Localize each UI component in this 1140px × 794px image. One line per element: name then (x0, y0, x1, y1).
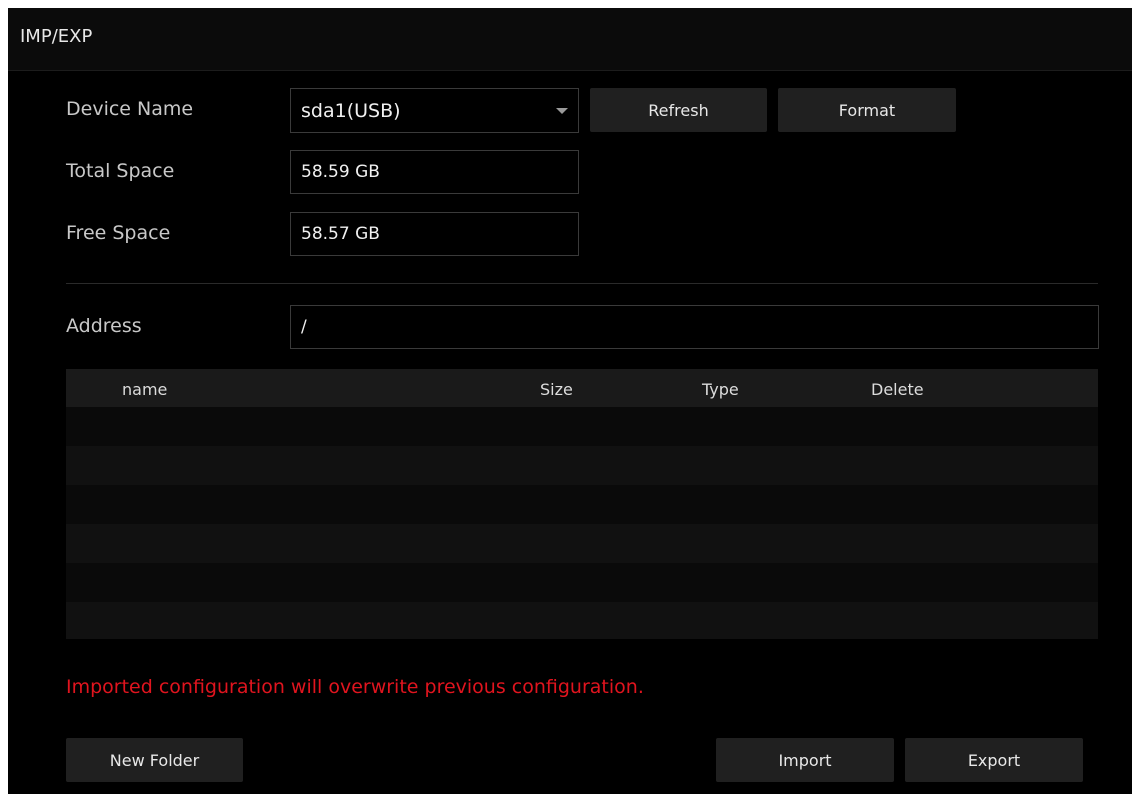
section-divider (66, 283, 1098, 284)
column-header-name: name (122, 380, 168, 399)
import-button[interactable]: Import (716, 738, 894, 782)
new-folder-button[interactable]: New Folder (66, 738, 243, 782)
table-header: name Size Type Delete (66, 369, 1098, 407)
free-space-value: 58.57 GB (301, 224, 380, 244)
device-name-select[interactable]: sda1(USB) (290, 88, 579, 133)
export-button[interactable]: Export (905, 738, 1083, 782)
overwrite-warning: Imported configuration will overwrite pr… (66, 676, 644, 698)
column-header-size: Size (540, 380, 573, 399)
free-space-field: 58.57 GB (290, 212, 579, 256)
device-name-label: Device Name (66, 98, 194, 120)
column-header-delete: Delete (871, 380, 924, 399)
address-input[interactable]: / (290, 305, 1099, 349)
window-title: IMP/EXP (20, 26, 93, 47)
table-row[interactable] (66, 407, 1098, 446)
free-space-label: Free Space (66, 222, 171, 244)
table-row[interactable] (66, 485, 1098, 524)
device-name-value: sda1(USB) (301, 99, 401, 122)
format-button[interactable]: Format (778, 88, 956, 132)
table-row[interactable] (66, 602, 1098, 639)
imp-exp-window: IMP/EXP Device Name sda1(USB) Refresh Fo… (8, 8, 1132, 794)
file-table: name Size Type Delete (66, 369, 1098, 639)
table-row[interactable] (66, 524, 1098, 563)
chevron-down-icon (556, 107, 568, 114)
address-value: / (301, 317, 307, 337)
table-row[interactable] (66, 446, 1098, 485)
total-space-label: Total Space (66, 160, 175, 182)
total-space-field: 58.59 GB (290, 150, 579, 194)
column-header-type: Type (702, 380, 739, 399)
refresh-button[interactable]: Refresh (590, 88, 767, 132)
address-label: Address (66, 315, 142, 337)
total-space-value: 58.59 GB (301, 162, 380, 182)
table-row[interactable] (66, 563, 1098, 602)
title-bar: IMP/EXP (8, 8, 1132, 71)
